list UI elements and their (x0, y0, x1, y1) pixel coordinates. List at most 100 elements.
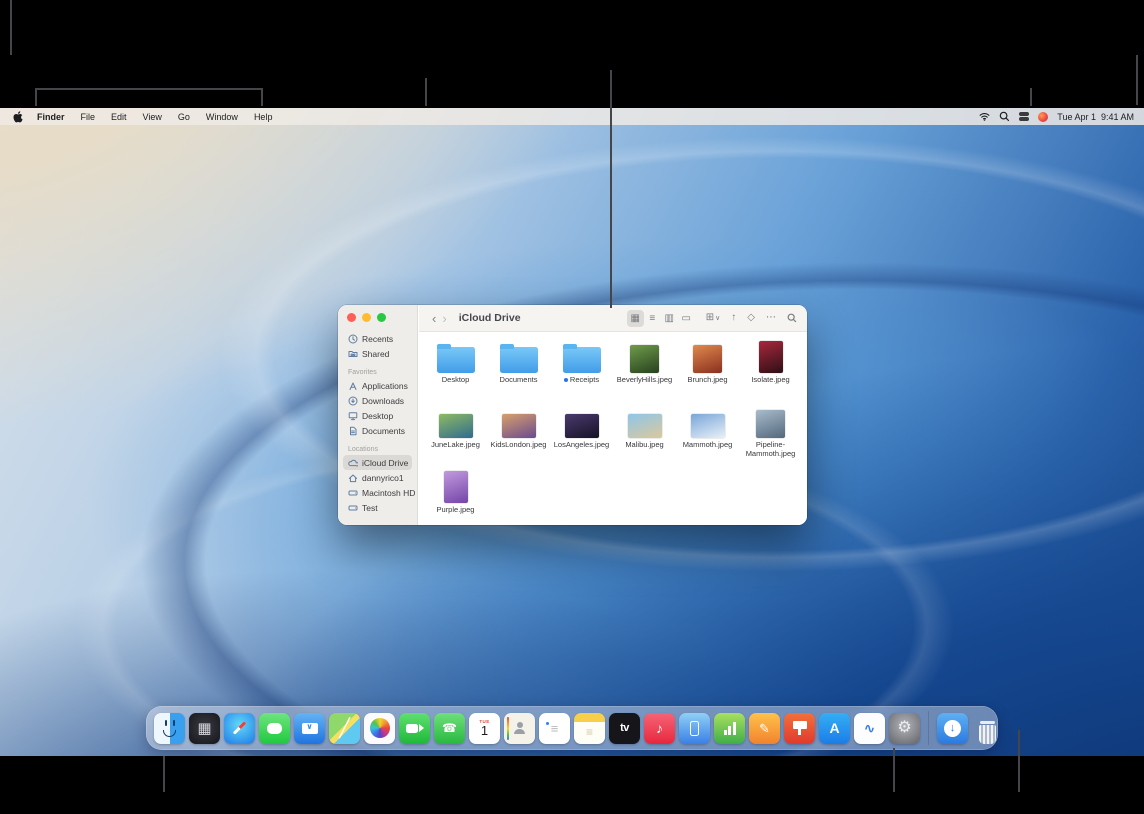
group-icon: ⊞ (706, 313, 714, 323)
icon-view-button[interactable]: ▦ (627, 310, 644, 327)
pen-icon: ✎ (759, 722, 770, 735)
file-malibu[interactable]: Malibu.jpeg (613, 404, 676, 466)
sidebar-item-recents[interactable]: Recents (343, 331, 412, 346)
list-view-button[interactable]: ≡ (644, 310, 661, 327)
minimize-button[interactable] (362, 313, 371, 322)
file-documents[interactable]: Documents (487, 339, 550, 401)
zoom-button[interactable] (377, 313, 386, 322)
chevron-down-icon: ∨ (715, 315, 720, 322)
menu-help[interactable]: Help (246, 112, 281, 122)
sidebar-item-documents[interactable]: Documents (343, 423, 412, 438)
file-pipeline-mammoth[interactable]: Pipeline-Mammoth.jpeg (739, 404, 802, 466)
dock-notes[interactable]: ≡ (574, 713, 605, 744)
file-isolate[interactable]: Isolate.jpeg (739, 339, 802, 401)
control-center-icon[interactable] (1019, 112, 1029, 121)
dock-messages[interactable] (259, 713, 290, 744)
wifi-icon[interactable] (979, 111, 990, 122)
dock-contacts[interactable] (504, 713, 535, 744)
checklist-icon: ≡ (551, 722, 559, 735)
dock-finder[interactable] (154, 713, 185, 744)
file-beverlyhills[interactable]: BeverlyHills.jpeg (613, 339, 676, 401)
dock-mail[interactable]: ∨ (294, 713, 325, 744)
dock-numbers[interactable] (714, 713, 745, 744)
menu-bar-clock[interactable]: Tue Apr 1 9:41 AM (1057, 112, 1134, 122)
menu-view[interactable]: View (135, 112, 170, 122)
desktop-wallpaper: Finder File Edit View Go Window Help Tue… (0, 108, 1144, 756)
launchpad-grid-icon: ▦ (197, 721, 211, 736)
sidebar-item-test-volume[interactable]: Test (343, 500, 412, 515)
sidebar-item-desktop[interactable]: Desktop (343, 408, 412, 423)
tags-button[interactable]: ◇ (747, 313, 755, 323)
compass-needle-icon (233, 721, 246, 734)
file-kidslondon[interactable]: KidsLondon.jpeg (487, 404, 550, 466)
dock-photos[interactable] (364, 713, 395, 744)
back-button[interactable]: ‹ (429, 312, 439, 325)
file-junelake[interactable]: JuneLake.jpeg (424, 404, 487, 466)
finder-smile (163, 730, 176, 737)
dock-iphone-mirroring[interactable] (679, 713, 710, 744)
dock-freeform[interactable]: ∿ (854, 713, 885, 744)
file-name: KidsLondon.jpeg (491, 440, 547, 449)
sidebar-item-icloud-drive[interactable]: iCloud Drive (343, 455, 412, 470)
menu-go[interactable]: Go (170, 112, 198, 122)
dock-reminders[interactable]: ≡ (539, 713, 570, 744)
dock-calendar[interactable]: TUE1 (469, 713, 500, 744)
forward-button[interactable]: › (439, 312, 449, 325)
dock-downloads[interactable]: ↓ (937, 713, 968, 744)
sidebar-item-macintosh-hd[interactable]: Macintosh HD (343, 485, 412, 500)
dock-system-settings[interactable]: ⚙ (889, 713, 920, 744)
spotlight-icon[interactable] (999, 111, 1010, 122)
image-thumbnail (756, 410, 785, 438)
callout-line (163, 756, 165, 792)
callout-line (893, 748, 895, 792)
envelope-flap: ∨ (306, 723, 313, 730)
file-name: Brunch.jpeg (687, 375, 727, 384)
file-desktop[interactable]: Desktop (424, 339, 487, 401)
dock-app-store[interactable]: A (819, 713, 850, 744)
file-purple[interactable]: Purple.jpeg (424, 469, 487, 525)
menu-window[interactable]: Window (198, 112, 246, 122)
search-button[interactable] (787, 313, 797, 323)
column-view-button[interactable]: ▥ (661, 310, 678, 327)
file-receipts[interactable]: Receipts (550, 339, 613, 401)
dock-tv[interactable]: tv (609, 713, 640, 744)
sidebar-item-applications[interactable]: Applications (343, 378, 412, 393)
siri-icon[interactable] (1038, 112, 1048, 122)
menu-edit[interactable]: Edit (103, 112, 135, 122)
dock-phone[interactable]: ☎ (434, 713, 465, 744)
close-button[interactable] (347, 313, 356, 322)
apple-menu[interactable] (13, 111, 23, 123)
menu-finder[interactable]: Finder (29, 112, 73, 122)
file-mammoth[interactable]: Mammoth.jpeg (676, 404, 739, 466)
finder-content-area: Desktop Documents Receipts BeverlyHills.… (419, 332, 807, 525)
dock-music[interactable]: ♪ (644, 713, 675, 744)
gallery-view-button[interactable]: ▭ (678, 310, 695, 327)
callout-line (1018, 730, 1020, 792)
dock-maps[interactable]: ╱ (329, 713, 360, 744)
file-brunch[interactable]: Brunch.jpeg (676, 339, 739, 401)
file-name: Mammoth.jpeg (683, 440, 733, 449)
sidebar-item-label: Shared (362, 349, 389, 359)
dock-pages[interactable]: ✎ (749, 713, 780, 744)
share-button[interactable]: ↑ (731, 313, 736, 323)
menu-file[interactable]: File (73, 112, 104, 122)
dock-launchpad[interactable]: ▦ (189, 713, 220, 744)
control-center-pill (1019, 117, 1029, 121)
dock-safari[interactable] (224, 713, 255, 744)
file-losangeles[interactable]: LosAngeles.jpeg (550, 404, 613, 466)
group-by-button[interactable]: ⊞∨ (706, 313, 721, 323)
sidebar-item-home[interactable]: dannyrico1 (343, 470, 412, 485)
sidebar-item-label: dannyrico1 (362, 473, 404, 483)
sidebar-item-downloads[interactable]: Downloads (343, 393, 412, 408)
window-title: iCloud Drive (459, 312, 521, 324)
more-options-button[interactable]: ⋯ (766, 313, 776, 323)
dock-keynote[interactable] (784, 713, 815, 744)
download-circle-icon: ↓ (944, 720, 961, 737)
sidebar-section-locations: Locations (348, 446, 407, 453)
sidebar-item-label: Test (362, 503, 378, 513)
menu-bar: Finder File Edit View Go Window Help Tue… (0, 108, 1144, 125)
callout-line (425, 78, 427, 106)
dock-facetime[interactable] (399, 713, 430, 744)
sidebar-item-shared[interactable]: Shared (343, 346, 412, 361)
dock-trash[interactable] (972, 713, 1003, 744)
